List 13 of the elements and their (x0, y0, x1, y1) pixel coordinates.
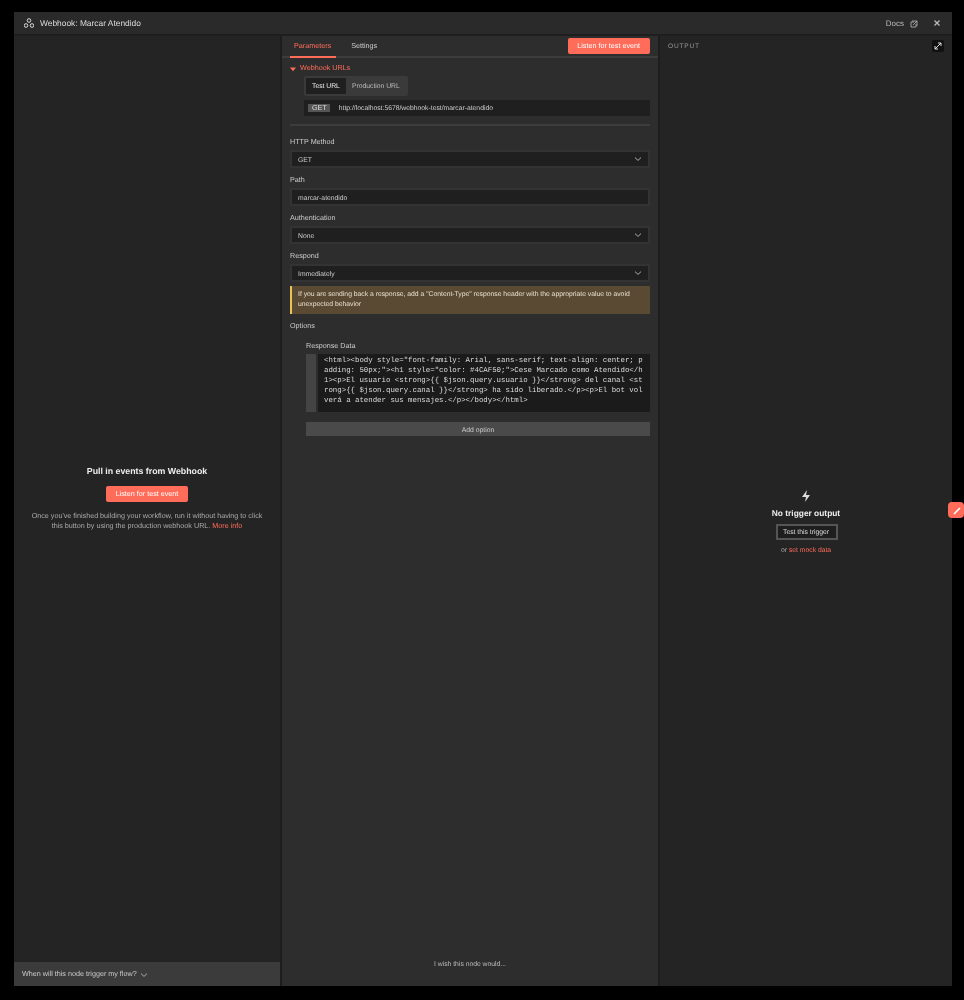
lightning-icon (802, 489, 810, 501)
webhook-icon (24, 18, 34, 28)
pencil-icon (951, 505, 961, 515)
chevron-down-icon (634, 156, 642, 162)
external-link-icon (910, 19, 918, 27)
chevron-down-icon (634, 270, 642, 276)
drag-handle[interactable] (306, 353, 316, 413)
expand-icon[interactable] (932, 40, 944, 52)
chevron-down-icon (634, 232, 642, 238)
caret-icon (290, 65, 296, 71)
edit-button[interactable] (948, 502, 964, 518)
close-icon[interactable] (932, 18, 942, 28)
chevron-down-icon (140, 971, 149, 977)
